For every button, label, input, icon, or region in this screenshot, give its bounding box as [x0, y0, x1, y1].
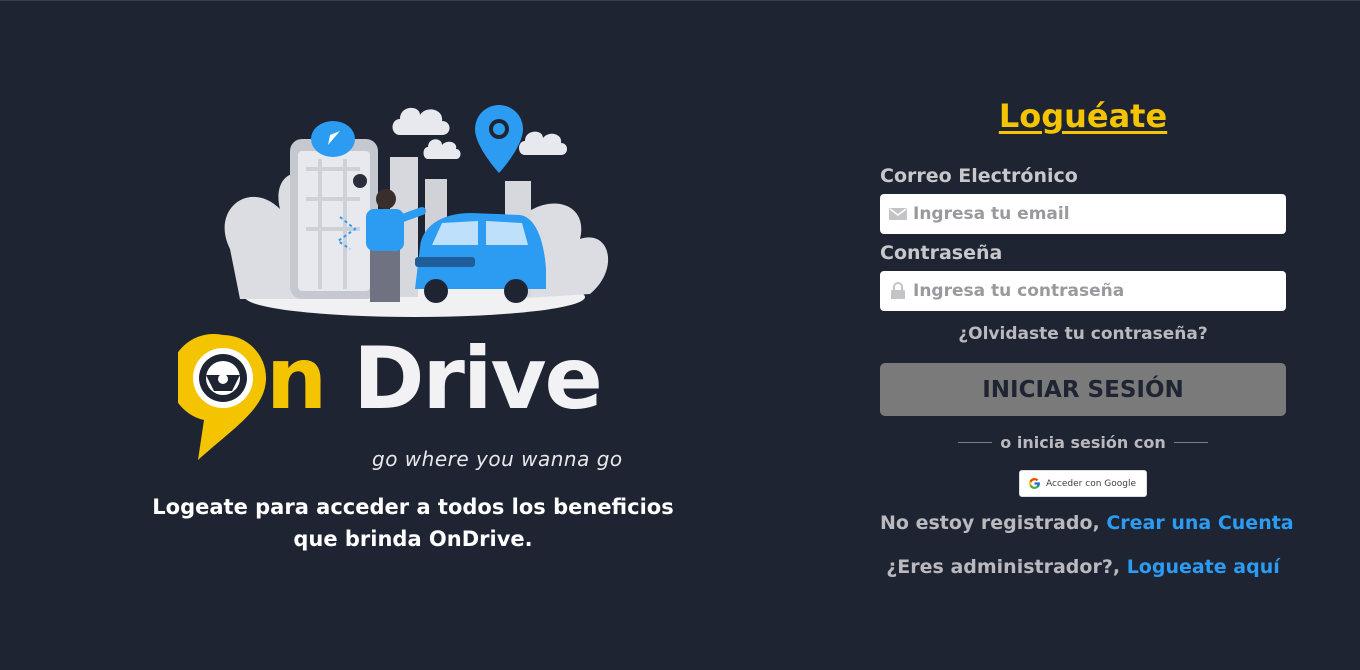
promo-line-2: que brinda OnDrive.: [293, 527, 533, 551]
admin-login-link[interactable]: Logueate aquí: [1127, 556, 1280, 578]
steering-pin-icon: [178, 333, 266, 460]
login-title: Loguéate: [998, 97, 1168, 135]
divider-label: o inicia sesión con: [1000, 432, 1166, 452]
register-line: No estoy registrado, Crear una Cuenta: [880, 512, 1294, 534]
email-input[interactable]: [913, 194, 1279, 234]
password-field-wrap: [880, 271, 1286, 311]
admin-line: ¿Eres administrador?, Logueate aquí: [880, 556, 1286, 578]
google-button-label: Acceder con Google: [1046, 478, 1136, 489]
brand-wordmark: n Drive: [266, 329, 603, 429]
login-panel: Loguéate Correo Electrónico Contraseña ¿…: [880, 1, 1294, 670]
lock-icon: [891, 282, 905, 299]
password-label: Contraseña: [880, 242, 1003, 264]
admin-prefix: ¿Eres administrador?,: [886, 556, 1127, 578]
login-button[interactable]: INICIAR SESIÓN: [880, 363, 1286, 416]
divider-line-left: [958, 441, 993, 443]
promo-line-1: Logeate para acceder a todos los benefic…: [152, 495, 674, 519]
forgot-password-link[interactable]: ¿Olvidaste tu contraseña?: [880, 324, 1286, 344]
envelope-icon: [889, 208, 907, 220]
brand-tagline: go where you wanna go: [372, 447, 623, 471]
create-account-link[interactable]: Crear una Cuenta: [1106, 512, 1293, 534]
divider-line-right: [1173, 441, 1208, 443]
ondrive-logo: n Drive go where you wanna go: [176, 329, 656, 479]
email-field-wrap: [880, 194, 1286, 234]
city-driver-illustration: [224, 105, 609, 317]
register-prefix: No estoy registrado,: [880, 512, 1107, 534]
promo-text: Logeate para acceder a todos los benefic…: [140, 491, 686, 555]
google-signin-button[interactable]: Acceder con Google: [1019, 470, 1147, 497]
social-divider: o inicia sesión con: [958, 431, 1208, 453]
password-input[interactable]: [913, 271, 1279, 311]
google-g-icon: [1029, 478, 1040, 489]
hero-panel: n Drive go where you wanna go Logeate pa…: [0, 1, 826, 670]
email-label: Correo Electrónico: [880, 165, 1078, 187]
